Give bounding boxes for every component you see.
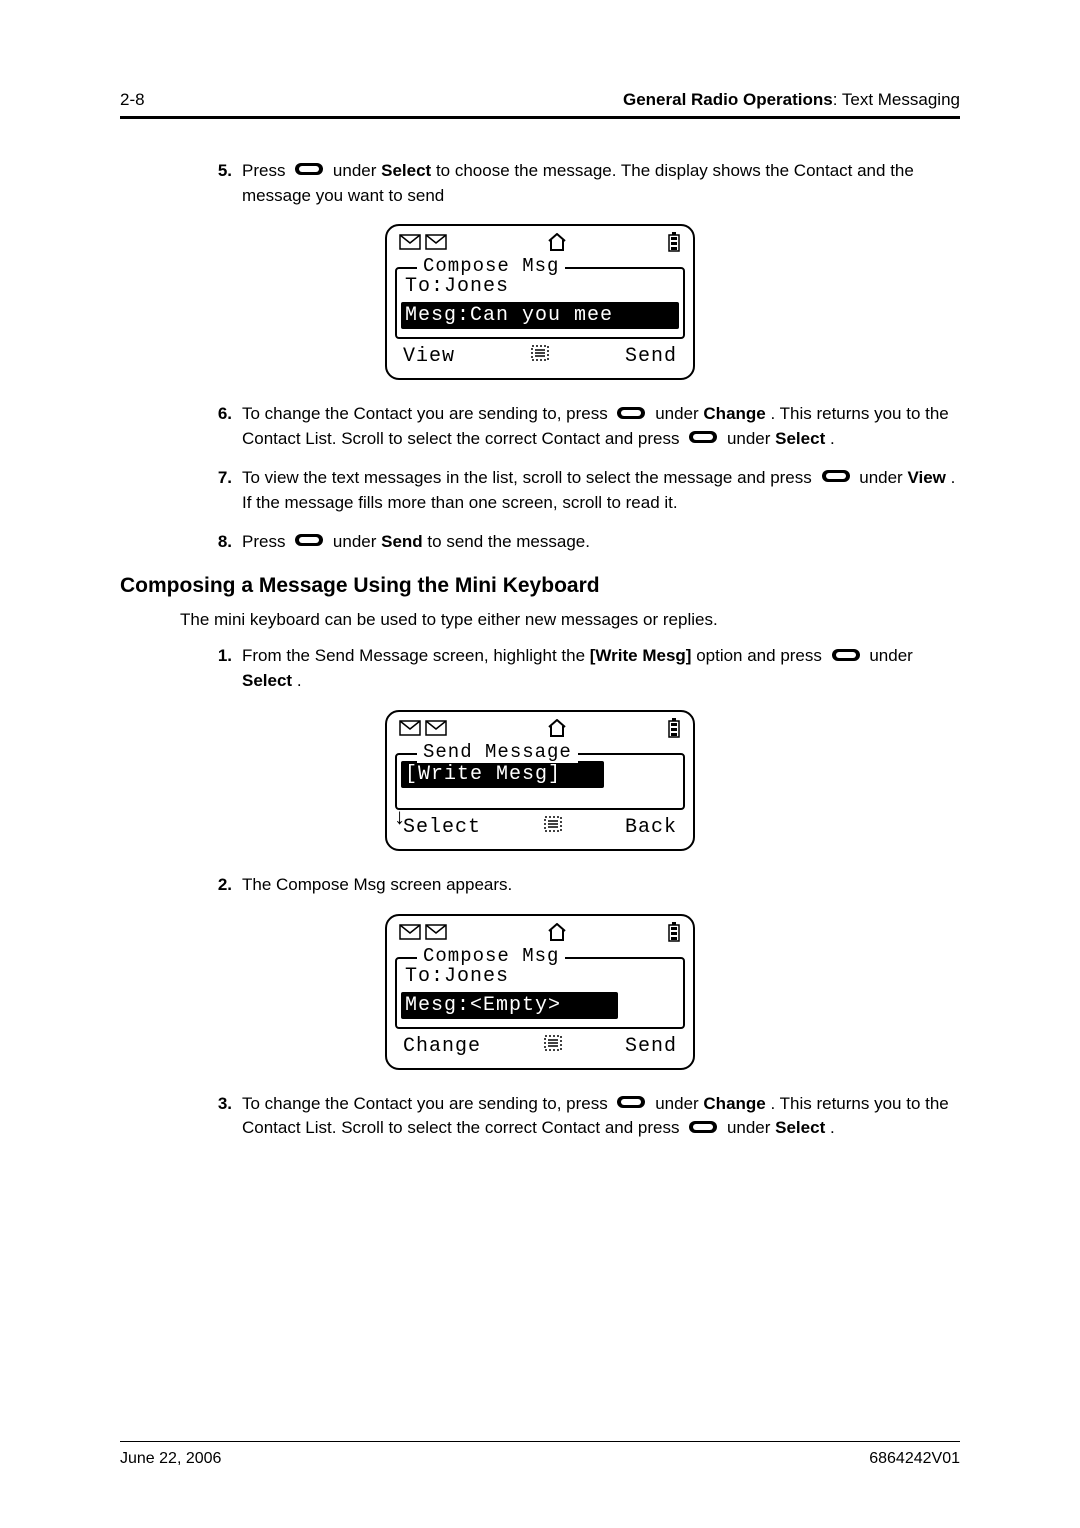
softkey-button-icon <box>688 1117 718 1142</box>
step-number: 1. <box>200 644 242 693</box>
softkey-right: Back <box>625 816 677 839</box>
step-number: 2. <box>200 873 242 898</box>
lcd-screen-send-message: Send Message [Write Mesg] ↓ Select Back <box>385 710 695 851</box>
lcd-line-to: To:Jones <box>401 963 679 990</box>
bold-label: [Write Mesg] <box>590 646 692 665</box>
step-number: 7. <box>200 466 242 515</box>
bold-label: Select <box>775 429 825 448</box>
text: under <box>869 646 912 665</box>
step-body: Press under Send to send the message. <box>242 530 960 555</box>
softkey-button-icon <box>821 466 851 491</box>
softkey-left: View <box>403 345 455 368</box>
text: under <box>859 468 907 487</box>
lcd-title: Send Message <box>417 741 578 763</box>
heading-composing-message: Composing a Message Using the Mini Keybo… <box>120 574 960 598</box>
text: . <box>297 671 302 690</box>
envelope-icon <box>399 234 421 257</box>
text: under <box>655 1094 703 1113</box>
text: option and press <box>696 646 826 665</box>
header-colon: : <box>833 90 842 109</box>
text: The Compose Msg screen appears. <box>242 875 512 894</box>
text: under <box>655 404 703 423</box>
softkey-button-icon <box>831 645 861 670</box>
text: To view the text messages in the list, s… <box>242 468 817 487</box>
step-number: 3. <box>200 1092 242 1142</box>
text: . <box>830 1118 835 1137</box>
header-divider <box>120 116 960 119</box>
text: under <box>727 1118 775 1137</box>
arrow-down-icon: ↓ <box>393 808 406 830</box>
subsection-title: Text Messaging <box>842 90 960 109</box>
battery-icon <box>667 232 681 259</box>
envelope-icon <box>425 924 447 947</box>
softkey-button-icon <box>616 403 646 428</box>
envelope-icon <box>425 234 447 257</box>
step-body: The Compose Msg screen appears. <box>242 873 960 898</box>
section-title: General Radio Operations <box>623 90 833 109</box>
footer-doc-number: 6864242V01 <box>869 1450 960 1468</box>
text: Press <box>242 161 290 180</box>
menu-icon <box>531 345 549 368</box>
bold-label: Select <box>242 671 292 690</box>
step-body: Press under Select to choose the message… <box>242 159 960 208</box>
text: To change the Contact you are sending to… <box>242 404 612 423</box>
step-body: To change the Contact you are sending to… <box>242 1092 960 1142</box>
envelope-icon <box>399 720 421 743</box>
step-body: From the Send Message screen, highlight … <box>242 644 960 693</box>
text: To change the Contact you are sending to… <box>242 1094 612 1113</box>
battery-icon <box>667 718 681 745</box>
bold-label: View <box>907 468 945 487</box>
bold-label: Select <box>381 161 431 180</box>
text: to send the message. <box>427 532 590 551</box>
lcd-screen-compose-empty: Compose Msg To:Jones Mesg:<Empty> Change… <box>385 914 695 1070</box>
bold-label: Select <box>775 1118 825 1137</box>
text: . <box>830 429 835 448</box>
lcd-screen-compose-msg: Compose Msg To:Jones Mesg:Can you mee Vi… <box>385 224 695 380</box>
text: Press <box>242 532 290 551</box>
page-number: 2-8 <box>120 90 145 110</box>
softkey-button-icon <box>616 1092 646 1117</box>
text: under <box>333 532 381 551</box>
step-body: To change the Contact you are sending to… <box>242 402 960 452</box>
softkey-right: Send <box>625 345 677 368</box>
menu-icon <box>544 816 562 839</box>
text: under <box>333 161 381 180</box>
bold-label: Send <box>381 532 423 551</box>
bold-label: Change <box>703 404 765 423</box>
softkey-left: Select <box>403 816 481 839</box>
softkey-button-icon <box>688 427 718 452</box>
menu-icon <box>544 1035 562 1058</box>
intro-paragraph: The mini keyboard can be used to type ei… <box>180 610 960 630</box>
bold-label: Change <box>703 1094 765 1113</box>
envelope-icon <box>399 924 421 947</box>
lcd-line-to: To:Jones <box>401 273 679 300</box>
lcd-title: Compose Msg <box>417 255 565 277</box>
battery-icon <box>667 922 681 949</box>
softkey-right: Send <box>625 1035 677 1058</box>
lcd-line-mesg: Mesg:Can you mee <box>401 302 679 329</box>
softkey-button-icon <box>294 159 324 184</box>
lcd-line-mesg: Mesg:<Empty> <box>401 992 618 1019</box>
softkey-button-icon <box>294 530 324 555</box>
envelope-icon <box>425 720 447 743</box>
lcd-title: Compose Msg <box>417 945 565 967</box>
text: From the Send Message screen, highlight … <box>242 646 590 665</box>
step-number: 5. <box>200 159 242 208</box>
step-number: 8. <box>200 530 242 555</box>
footer-divider <box>120 1441 960 1442</box>
text: under <box>727 429 775 448</box>
softkey-left: Change <box>403 1035 481 1058</box>
step-number: 6. <box>200 402 242 452</box>
lcd-line-write-mesg: [Write Mesg] <box>401 761 604 788</box>
header-title-group: General Radio Operations: Text Messaging <box>623 90 960 110</box>
footer-date: June 22, 2006 <box>120 1450 221 1468</box>
step-body: To view the text messages in the list, s… <box>242 466 960 515</box>
